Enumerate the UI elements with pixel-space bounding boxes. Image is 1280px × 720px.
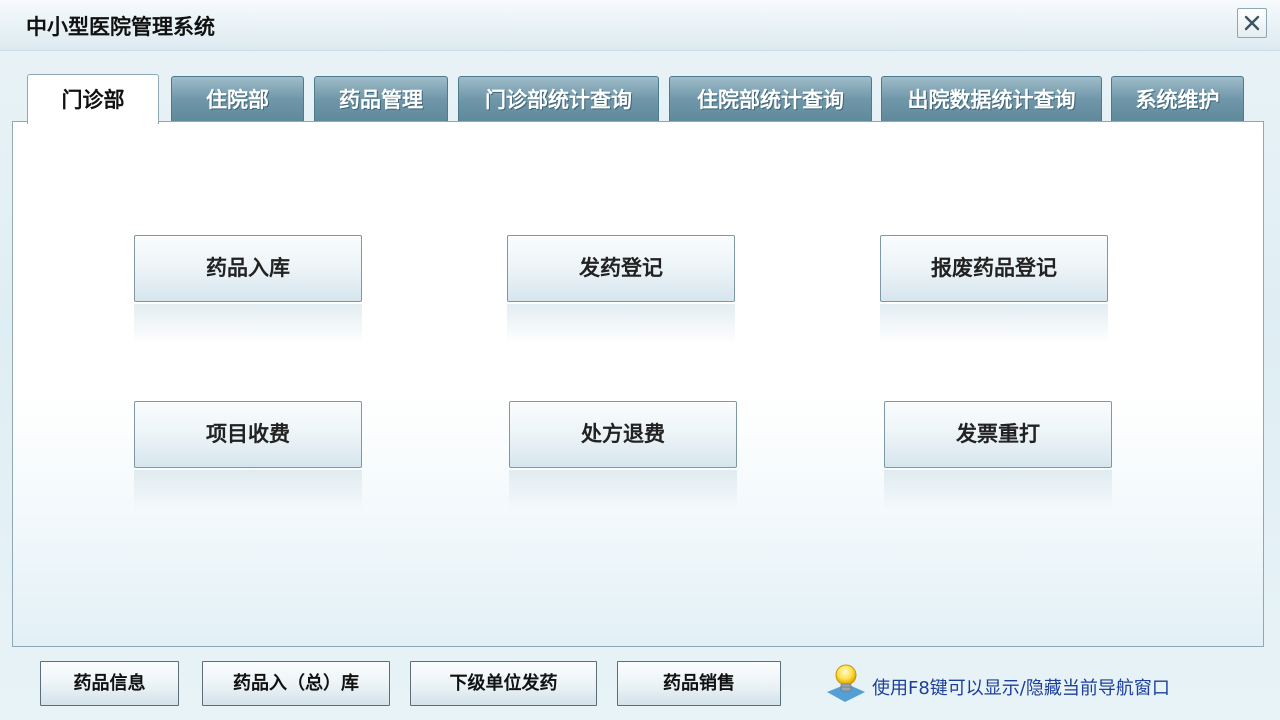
window-title: 中小型医院管理系统 (26, 15, 215, 39)
close-icon (1244, 15, 1260, 31)
button-reflection (884, 470, 1112, 510)
tab-discharge-stats[interactable]: 出院数据统计查询 (881, 76, 1102, 122)
tab-drug-management[interactable]: 药品管理 (314, 76, 448, 122)
item-charge-button[interactable]: 项目收费 (134, 401, 362, 468)
button-reflection (507, 304, 735, 344)
f8-hint-text: 使用F8键可以显示/隐藏当前导航窗口 (872, 678, 1170, 699)
drug-info-button[interactable]: 药品信息 (40, 661, 179, 706)
button-reflection (134, 304, 362, 344)
drug-stock-in-button[interactable]: 药品入库 (134, 235, 362, 302)
invoice-reprint-button[interactable]: 发票重打 (884, 401, 1112, 468)
lightbulb-icon (827, 664, 865, 702)
prescription-refund-button[interactable]: 处方退费 (509, 401, 737, 468)
tab-system-maintenance[interactable]: 系统维护 (1111, 76, 1244, 122)
button-reflection (880, 304, 1108, 344)
tab-outpatient[interactable]: 门诊部 (27, 74, 159, 124)
button-reflection (509, 470, 737, 510)
subunit-dispense-button[interactable]: 下级单位发药 (410, 661, 597, 706)
drug-main-stock-in-button[interactable]: 药品入（总）库 (202, 661, 390, 706)
close-button[interactable] (1237, 8, 1267, 38)
button-reflection (134, 470, 362, 510)
dispense-register-button[interactable]: 发药登记 (507, 235, 735, 302)
title-bar: 中小型医院管理系统 (0, 0, 1280, 51)
tab-content-panel (12, 121, 1264, 647)
tab-inpatient-stats[interactable]: 住院部统计查询 (669, 76, 872, 122)
scrap-drug-register-button[interactable]: 报废药品登记 (880, 235, 1108, 302)
tab-inpatient[interactable]: 住院部 (171, 76, 304, 122)
tab-outpatient-stats[interactable]: 门诊部统计查询 (458, 76, 659, 122)
drug-sales-button[interactable]: 药品销售 (617, 661, 781, 706)
